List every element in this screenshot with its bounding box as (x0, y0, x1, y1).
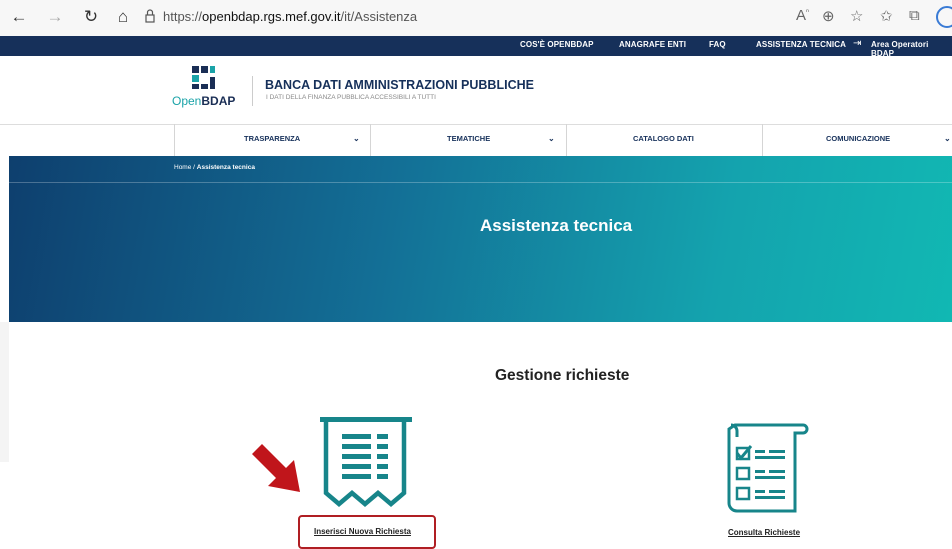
profile-icon[interactable] (936, 6, 952, 28)
site-title: BANCA DATI AMMINISTRAZIONI PUBBLICHE (265, 78, 534, 92)
menu-comunicazione-label: COMUNICAZIONE (826, 134, 891, 143)
topnav-area-operatori[interactable]: Area Operatori BDAP (871, 40, 952, 58)
menu-trasparenza-label: TRASPARENZA (244, 134, 301, 143)
url-domain: openbdap.rgs.mef.gov.it (202, 9, 341, 24)
favorites-icon[interactable]: ✩ (880, 7, 893, 25)
inserisci-nuova-richiesta-link[interactable]: Inserisci Nuova Richiesta (314, 527, 411, 536)
logo-text-open: Open (172, 94, 202, 108)
favorite-add-icon[interactable]: ☆ (850, 7, 863, 25)
logo-text-bdap: BDAP (201, 94, 236, 108)
breadcrumb-home[interactable]: Home (174, 164, 191, 171)
left-gutter (0, 322, 9, 462)
zoom-icon[interactable]: ⊕ (822, 7, 835, 25)
menu-trasparenza[interactable]: TRASPARENZA ⌄ (174, 124, 371, 156)
refresh-icon[interactable]: ↻ (80, 6, 102, 28)
read-aloud-icon[interactable]: Aⁿ (796, 7, 809, 24)
breadcrumb: Home / Assistenza tecnica (174, 164, 255, 171)
consulta-richieste-link[interactable]: Consulta Richieste (728, 528, 800, 537)
section-title: Gestione richieste (495, 367, 630, 384)
breadcrumb-current: Assistenza tecnica (196, 164, 255, 171)
home-icon[interactable]: ⌂ (112, 6, 134, 28)
page-title: Assistenza tecnica (480, 216, 633, 235)
topnav-faq[interactable]: FAQ (709, 40, 726, 49)
menu-tematiche[interactable]: TEMATICHE ⌄ (370, 124, 567, 156)
back-icon[interactable]: ← (8, 6, 30, 28)
logo-divider (252, 76, 253, 106)
site-subtitle: I DATI DELLA FINANZA PUBBLICA ACCESSIBIL… (266, 94, 436, 101)
menu-tematiche-label: TEMATICHE (447, 134, 491, 143)
menu-comunicazione[interactable]: COMUNICAZIONE ⌄ (762, 124, 952, 156)
chevron-down-icon: ⌄ (353, 134, 360, 143)
hero-banner (9, 156, 952, 322)
chevron-down-icon: ⌄ (548, 134, 555, 143)
menu-catalogo-dati[interactable]: CATALOGO DATI (566, 124, 763, 156)
forward-icon[interactable]: → (44, 6, 66, 28)
url-path: /it/Assistenza (340, 9, 418, 24)
checklist-icon[interactable] (723, 417, 809, 519)
lock-icon[interactable] (143, 8, 157, 24)
collections-icon[interactable]: ⧉ (909, 7, 920, 24)
login-icon[interactable]: ⇥ (853, 38, 861, 49)
topnav-anagrafe-enti[interactable]: ANAGRAFE ENTI (619, 40, 686, 49)
logo-text: OpenBDAP (172, 94, 235, 108)
receipt-icon[interactable] (318, 417, 414, 509)
topnav-cos-e-openbdap[interactable]: COS'È OPENBDAP (520, 40, 594, 49)
chevron-down-icon: ⌄ (944, 134, 951, 143)
banner-divider (9, 182, 952, 183)
url-prefix: https:// (163, 9, 203, 24)
logo-mark-icon (192, 66, 215, 89)
address-bar[interactable]: https://openbdap.rgs.mef.gov.it/it/Assis… (163, 9, 417, 24)
topnav-assistenza-tecnica[interactable]: ASSISTENZA TECNICA (756, 40, 846, 49)
openbdap-logo[interactable]: OpenBDAP (170, 64, 235, 121)
arrow-down-right-icon (248, 440, 308, 500)
menu-catalogo-dati-label: CATALOGO DATI (633, 134, 694, 143)
